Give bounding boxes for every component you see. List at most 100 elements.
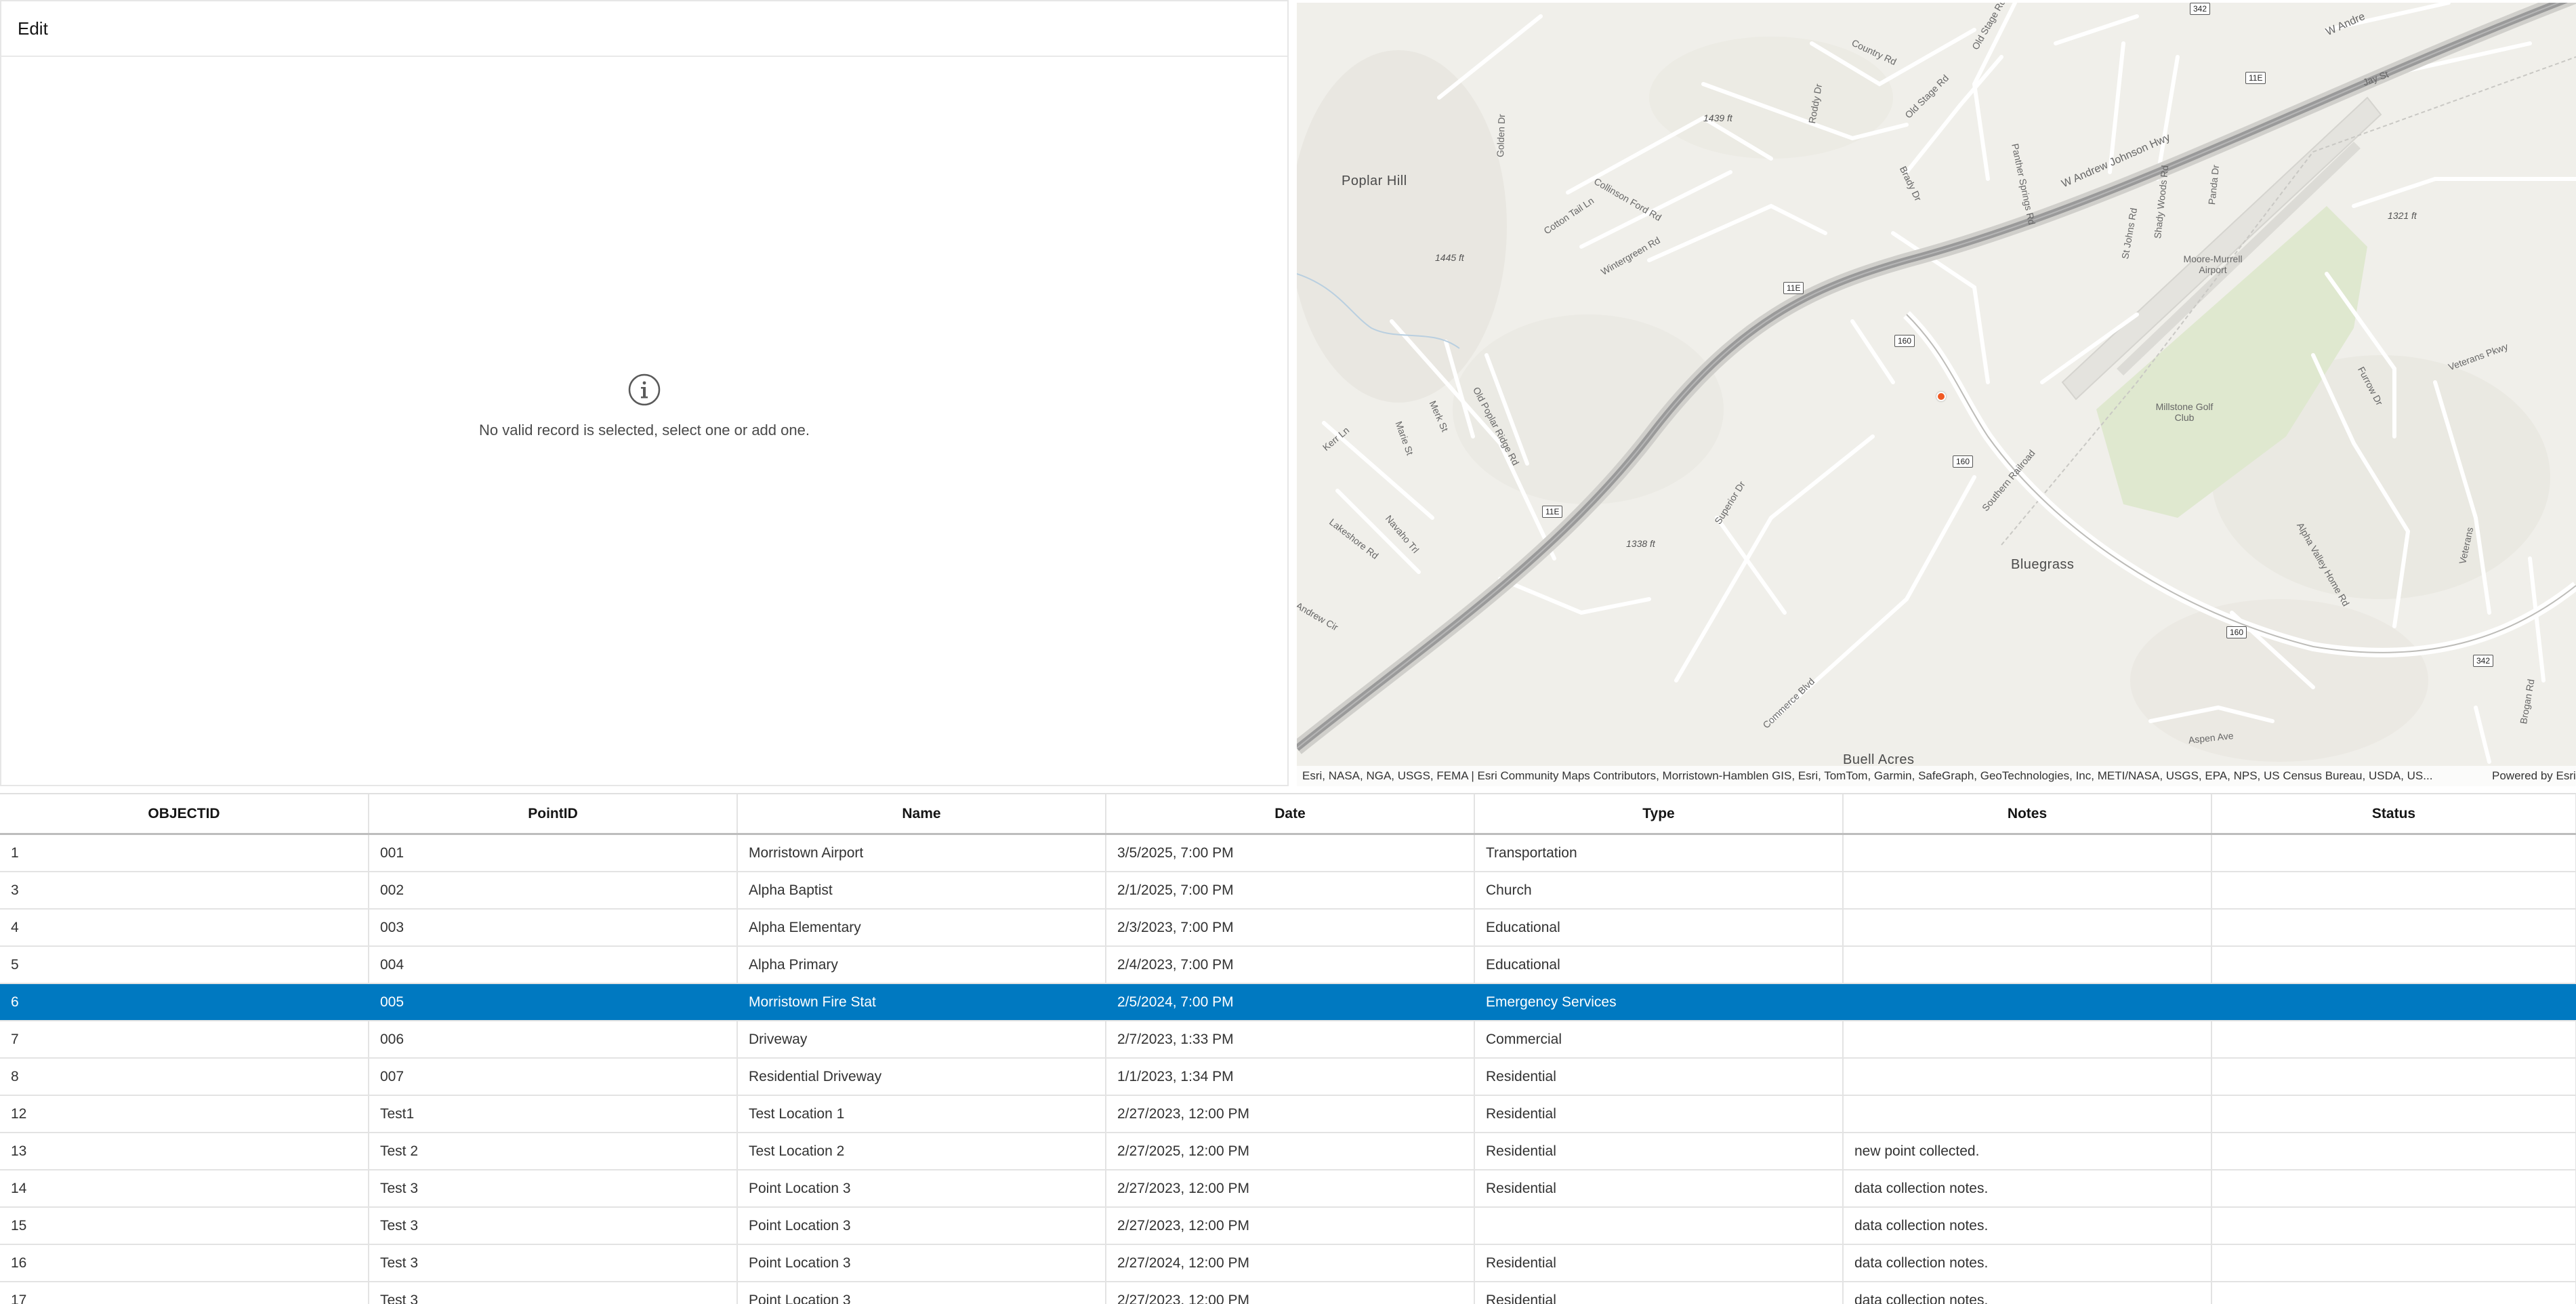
table-cell-type[interactable]: Educational [1474,909,1844,947]
table-cell-status[interactable] [2211,834,2576,872]
table-cell-date[interactable]: 2/27/2025, 12:00 PM [1106,1133,1475,1170]
table-cell-name[interactable]: Morristown Fire Stat [737,983,1106,1021]
table-cell-notes[interactable] [1843,1095,2212,1133]
table-cell-objectid[interactable]: 14 [0,1170,369,1208]
table-cell-date[interactable]: 1/1/2023, 1:34 PM [1106,1058,1475,1096]
table-cell-status[interactable] [2211,1133,2576,1170]
table-cell-status[interactable] [2211,1021,2576,1059]
table-cell-type[interactable]: Residential [1474,1133,1844,1170]
table-cell-date[interactable]: 2/27/2023, 12:00 PM [1106,1282,1475,1304]
table-cell-date[interactable]: 2/27/2023, 12:00 PM [1106,1095,1475,1133]
table-cell-pointid[interactable]: 005 [369,983,738,1021]
table-cell-objectid[interactable]: 15 [0,1207,369,1245]
table-cell-status[interactable] [2211,1244,2576,1282]
table-cell-objectid[interactable]: 7 [0,1021,369,1059]
table-cell-notes[interactable]: new point collected. [1843,1133,2212,1170]
table-cell-objectid[interactable]: 16 [0,1244,369,1282]
table-cell-name[interactable]: Alpha Baptist [737,872,1106,910]
table-cell-objectid[interactable]: 1 [0,834,369,872]
column-header-status[interactable]: Status [2211,794,2576,835]
table-row[interactable]: 8 007 Residential Driveway 1/1/2023, 1:34 P… [0,1058,2576,1096]
column-header-pointid[interactable]: PointID [369,794,738,835]
column-header-objectid[interactable]: OBJECTID [0,794,369,835]
table-cell-status[interactable] [2211,1282,2576,1304]
table-cell-notes[interactable] [1843,872,2212,910]
table-cell-status[interactable] [2211,1207,2576,1245]
table-cell-objectid[interactable]: 6 [0,983,369,1021]
column-header-notes[interactable]: Notes [1843,794,2212,835]
table-cell-notes[interactable] [1843,909,2212,947]
table-cell-type[interactable]: Church [1474,872,1844,910]
table-cell-objectid[interactable]: 5 [0,946,369,984]
table-cell-notes[interactable] [1843,1058,2212,1096]
table-cell-objectid[interactable]: 12 [0,1095,369,1133]
table-cell-pointid[interactable]: Test 3 [369,1244,738,1282]
table-cell-pointid[interactable]: Test 2 [369,1133,738,1170]
table-cell-date[interactable]: 2/27/2024, 12:00 PM [1106,1244,1475,1282]
powered-by-esri-link[interactable]: Powered by Esri [2480,769,2576,783]
table-cell-status[interactable] [2211,1058,2576,1096]
table-cell-status[interactable] [2211,1095,2576,1133]
table-cell-date[interactable]: 2/27/2023, 12:00 PM [1106,1170,1475,1208]
table-cell-pointid[interactable]: Test 3 [369,1170,738,1208]
map-view[interactable]: Poplar Hill Bluegrass Buell Acres Moore-… [1297,3,2576,786]
table-cell-notes[interactable]: data collection notes. [1843,1282,2212,1304]
table-cell-type[interactable]: Educational [1474,946,1844,984]
table-cell-pointid[interactable]: 004 [369,946,738,984]
table-cell-name[interactable]: Point Location 3 [737,1207,1106,1245]
table-cell-name[interactable]: Point Location 3 [737,1170,1106,1208]
table-cell-status[interactable] [2211,872,2576,910]
table-cell-pointid[interactable]: Test 3 [369,1282,738,1304]
table-row[interactable]: 14 Test 3 Point Location 3 2/27/2023, 12:00… [0,1170,2576,1208]
table-cell-objectid[interactable]: 13 [0,1133,369,1170]
table-cell-date[interactable]: 3/5/2025, 7:00 PM [1106,834,1475,872]
table-cell-objectid[interactable]: 4 [0,909,369,947]
table-cell-name[interactable]: Driveway [737,1021,1106,1059]
table-cell-notes[interactable] [1843,946,2212,984]
table-cell-type[interactable]: Transportation [1474,834,1844,872]
table-cell-pointid[interactable]: 007 [369,1058,738,1096]
table-cell-notes[interactable]: data collection notes. [1843,1207,2212,1245]
table-cell-date[interactable]: 2/4/2023, 7:00 PM [1106,946,1475,984]
table-cell-notes[interactable] [1843,983,2212,1021]
table-cell-pointid[interactable]: 001 [369,834,738,872]
table-cell-objectid[interactable]: 17 [0,1282,369,1304]
table-cell-status[interactable] [2211,983,2576,1021]
table-row[interactable]: 4 003 Alpha Elementary 2/3/2023, 7:00 PM Edu… [0,909,2576,947]
table-cell-date[interactable]: 2/27/2023, 12:00 PM [1106,1207,1475,1245]
table-cell-type[interactable]: Residential [1474,1095,1844,1133]
table-cell-type[interactable]: Residential [1474,1058,1844,1096]
table-cell-pointid[interactable]: Test 3 [369,1207,738,1245]
table-cell-name[interactable]: Residential Driveway [737,1058,1106,1096]
selected-point-marker[interactable] [1936,392,1946,401]
table-cell-date[interactable]: 2/7/2023, 1:33 PM [1106,1021,1475,1059]
table-cell-type[interactable]: Residential [1474,1170,1844,1208]
table-cell-type[interactable]: Residential [1474,1282,1844,1304]
table-cell-pointid[interactable]: 002 [369,872,738,910]
table-cell-type[interactable]: Residential [1474,1244,1844,1282]
table-cell-type[interactable] [1474,1207,1844,1245]
table-cell-type[interactable]: Commercial [1474,1021,1844,1059]
table-cell-notes[interactable] [1843,1021,2212,1059]
table-row[interactable]: 7 006 Driveway 2/7/2023, 1:33 PM Commercial [0,1021,2576,1059]
table-cell-name[interactable]: Alpha Elementary [737,909,1106,947]
table-cell-date[interactable]: 2/1/2025, 7:00 PM [1106,872,1475,910]
table-cell-notes[interactable]: data collection notes. [1843,1170,2212,1208]
table-row[interactable]: 5 004 Alpha Primary 2/4/2023, 7:00 PM Educat… [0,946,2576,984]
table-cell-status[interactable] [2211,1170,2576,1208]
table-cell-objectid[interactable]: 3 [0,872,369,910]
table-row[interactable]: 1 001 Morristown Airport 3/5/2025, 7:00 PM T… [0,834,2576,872]
table-row[interactable]: 12 Test1 Test Location 1 2/27/2023, 12:00 P… [0,1095,2576,1133]
table-cell-name[interactable]: Alpha Primary [737,946,1106,984]
table-cell-type[interactable]: Emergency Services [1474,983,1844,1021]
table-cell-objectid[interactable]: 8 [0,1058,369,1096]
table-cell-pointid[interactable]: 003 [369,909,738,947]
table-cell-status[interactable] [2211,909,2576,947]
table-cell-name[interactable]: Test Location 1 [737,1095,1106,1133]
table-cell-notes[interactable] [1843,834,2212,872]
table-row[interactable]: 6 005 Morristown Fire Stat 2/5/2024, 7:00 P… [0,983,2576,1021]
table-row[interactable]: 3 002 Alpha Baptist 2/1/2025, 7:00 PM Church [0,872,2576,910]
table-cell-notes[interactable]: data collection notes. [1843,1244,2212,1282]
table-cell-date[interactable]: 2/5/2024, 7:00 PM [1106,983,1475,1021]
table-row[interactable]: 17 Test 3 Point Location 3 2/27/2023, 12:00… [0,1282,2576,1304]
